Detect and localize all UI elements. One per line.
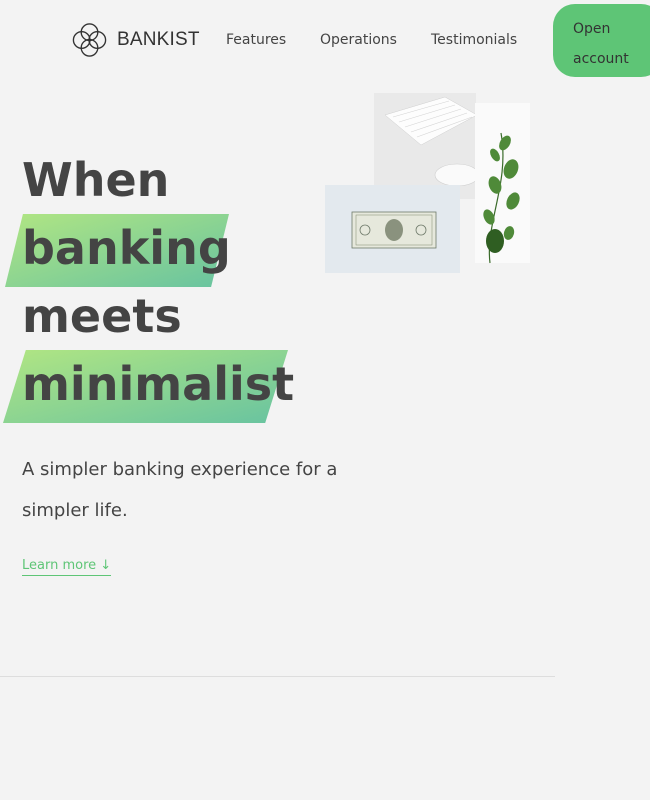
hero-image (325, 93, 530, 273)
nav-link-testimonials[interactable]: Testimonials (431, 31, 517, 49)
bankist-logo-icon (72, 23, 107, 57)
title-line-banking: banking (5, 214, 231, 287)
hero-subtitle: A simpler banking experience for a simpl… (22, 459, 338, 521)
title-word-banking: banking (22, 221, 231, 275)
navbar: BANKIST Features Operations Testimonials… (0, 0, 650, 80)
learn-more-link[interactable]: Learn more ↓ (22, 558, 112, 576)
section-divider (0, 676, 555, 677)
title-word-minimalist: minimalist (22, 357, 295, 411)
title-line-minimalist: minimalist (3, 350, 295, 423)
nav-link-features[interactable]: Features (226, 31, 286, 49)
brand-name: BANKIST (117, 29, 200, 50)
title-line-when: When (22, 153, 170, 207)
title-line-meets: meets (22, 289, 182, 343)
dollar-photo (325, 185, 460, 273)
plant-photo (475, 103, 530, 264)
keyboard-photo (374, 93, 480, 199)
logo[interactable]: BANKIST (70, 20, 200, 60)
nav-link-operations[interactable]: Operations (320, 31, 397, 49)
open-account-button[interactable]: Open account (553, 4, 650, 77)
